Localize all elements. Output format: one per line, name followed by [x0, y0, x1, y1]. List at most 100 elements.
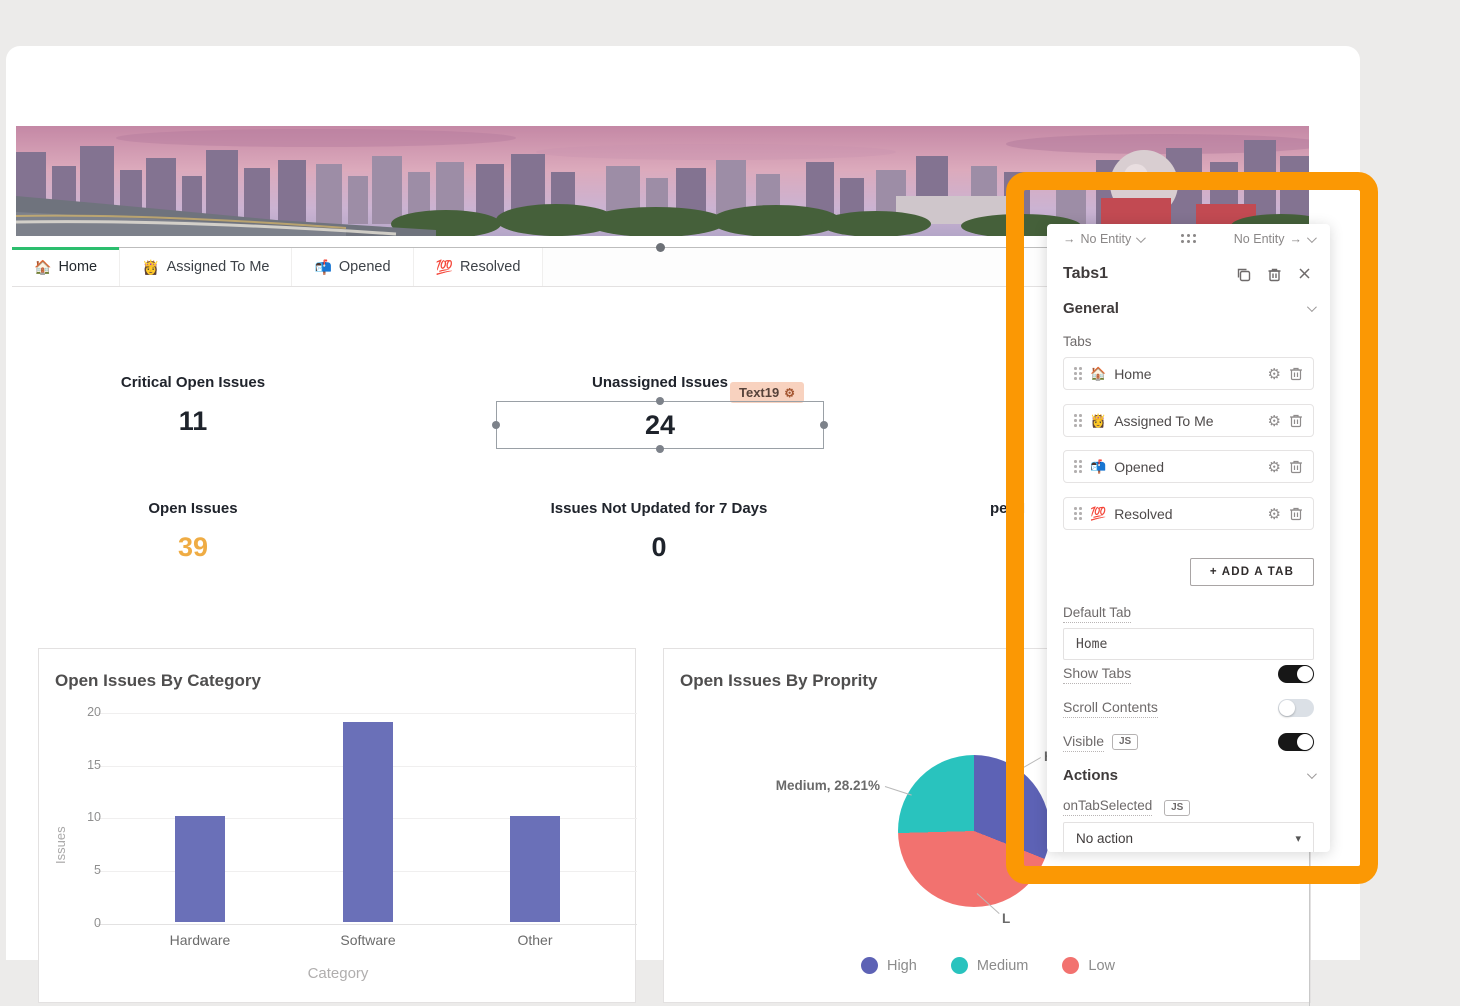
city-skyline-graphic — [16, 126, 1309, 236]
drag-handle-icon[interactable] — [1074, 367, 1082, 380]
delete-widget-icon[interactable] — [1266, 266, 1283, 283]
tab-home[interactable]: 🏠 Home — [12, 248, 120, 286]
chevron-down-icon — [1307, 769, 1317, 779]
stat-unassigned-value: 24 — [645, 410, 675, 441]
person-icon: 👸 — [142, 259, 159, 276]
selected-text-widget[interactable]: 24 — [496, 401, 824, 449]
drag-handle-icon[interactable] — [1074, 414, 1082, 427]
pie-chart[interactable] — [898, 755, 1050, 907]
resize-handle-left[interactable] — [492, 421, 500, 429]
panel-tab-label: Opened — [1114, 459, 1259, 475]
bar-chart-title: Open Issues By Category — [55, 671, 261, 691]
hundred-points-icon: 💯 — [1090, 506, 1106, 522]
panel-tab-row-home[interactable]: 🏠 Home ⚙ — [1063, 357, 1314, 390]
tab-opened-label: Opened — [339, 259, 391, 275]
arrow-right-icon: → — [1063, 232, 1076, 246]
tab-delete-icon[interactable] — [1289, 366, 1303, 381]
section-general-label: General — [1063, 300, 1119, 317]
panel-tab-row-opened[interactable]: 📬 Opened ⚙ — [1063, 450, 1314, 483]
tab-resolved[interactable]: 💯 Resolved — [414, 248, 544, 286]
section-general[interactable]: General — [1063, 300, 1314, 317]
connections-grid-icon[interactable] — [1181, 234, 1197, 244]
y-axis-title: Issues — [53, 826, 68, 864]
drag-handle-icon[interactable] — [1074, 460, 1082, 473]
tabs-field-label: Tabs — [1063, 334, 1092, 349]
tab-settings-icon[interactable]: ⚙ — [1268, 505, 1281, 523]
person-icon: 👸 — [1090, 413, 1106, 429]
action-select-value: No action — [1076, 831, 1133, 846]
tab-settings-icon[interactable]: ⚙ — [1268, 458, 1281, 476]
widget-tag-label: Text19 — [739, 385, 779, 400]
js-toggle-badge[interactable]: JS — [1112, 734, 1138, 750]
scroll-contents-toggle[interactable] — [1278, 699, 1314, 717]
on-tab-selected-label: onTabSelected JS — [1063, 798, 1190, 816]
close-panel-icon[interactable] — [1297, 266, 1314, 283]
drag-handle-icon[interactable] — [1074, 507, 1082, 520]
pie-callout-medium: Medium, 28.21% — [776, 778, 880, 793]
bar-software[interactable] — [343, 722, 393, 922]
stat-open-value: 39 — [63, 532, 323, 563]
section-actions-label: Actions — [1063, 767, 1118, 784]
visible-label: Visible — [1063, 733, 1104, 752]
stat-critical-value: 11 — [63, 406, 323, 437]
mailbox-icon: 📬 — [314, 259, 331, 276]
tab-resolved-label: Resolved — [460, 259, 520, 275]
on-tab-selected-text: onTabSelected — [1063, 798, 1152, 816]
y-tick: 10 — [61, 810, 101, 824]
default-tab-input[interactable] — [1063, 628, 1314, 660]
tab-opened[interactable]: 📬 Opened — [292, 248, 413, 286]
tab-delete-icon[interactable] — [1289, 459, 1303, 474]
default-tab-label: Default Tab — [1063, 605, 1131, 623]
tab-delete-icon[interactable] — [1289, 506, 1303, 521]
outgoing-entity-selector[interactable]: No Entity → — [1234, 232, 1314, 246]
stat-critical-label: Critical Open Issues — [63, 374, 323, 391]
tab-settings-icon[interactable]: ⚙ — [1268, 412, 1281, 430]
bar-other[interactable] — [510, 816, 560, 922]
scroll-contents-row: Scroll Contents — [1063, 698, 1314, 718]
bar-chart-card: Open Issues By Category 20 15 10 5 0 Iss… — [38, 648, 636, 1003]
resize-handle-top[interactable] — [656, 397, 664, 405]
panel-tab-row-assigned[interactable]: 👸 Assigned To Me ⚙ — [1063, 404, 1314, 437]
tab-assigned-to-me[interactable]: 👸 Assigned To Me — [120, 248, 292, 286]
tab-delete-icon[interactable] — [1289, 413, 1303, 428]
panel-tab-row-resolved[interactable]: 💯 Resolved ⚙ — [1063, 497, 1314, 530]
resize-handle-right[interactable] — [820, 421, 828, 429]
x-category: Hardware — [140, 932, 260, 948]
y-tick: 5 — [61, 863, 101, 877]
section-actions[interactable]: Actions — [1063, 767, 1314, 784]
x-axis-line — [97, 924, 637, 925]
tab-assigned-label: Assigned To Me — [167, 259, 270, 275]
selected-widget-tag[interactable]: Text19 ⚙ — [730, 382, 804, 403]
visible-toggle[interactable] — [1278, 733, 1314, 751]
callout-leader-line — [885, 786, 912, 796]
mailbox-icon: 📬 — [1090, 459, 1106, 475]
stat-notupdated-label: Issues Not Updated for 7 Days — [529, 500, 789, 517]
gear-icon[interactable]: ⚙ — [784, 386, 795, 400]
incoming-entity-label: No Entity — [1081, 232, 1132, 246]
y-tick: 0 — [61, 916, 101, 930]
home-icon: 🏠 — [34, 259, 51, 276]
resize-handle-bottom[interactable] — [656, 445, 664, 453]
action-select[interactable]: No action ▾ — [1063, 822, 1314, 852]
widget-resize-handle[interactable] — [656, 243, 665, 252]
y-tick: 20 — [61, 705, 101, 719]
show-tabs-toggle[interactable] — [1278, 665, 1314, 683]
visible-row: Visible JS — [1063, 732, 1314, 752]
pie-callout-low-partial: L — [1002, 911, 1010, 926]
chevron-down-icon — [1136, 233, 1146, 243]
x-category: Other — [475, 932, 595, 948]
hundred-points-icon: 💯 — [436, 259, 453, 276]
tab-settings-icon[interactable]: ⚙ — [1268, 365, 1281, 383]
js-toggle-badge[interactable]: JS — [1164, 800, 1190, 816]
show-tabs-row: Show Tabs — [1063, 664, 1314, 684]
tab-home-label: Home — [58, 259, 97, 275]
add-tab-button[interactable]: + ADD A TAB — [1190, 558, 1314, 586]
panel-tab-label: Resolved — [1114, 506, 1259, 522]
panel-widget-name[interactable]: Tabs1 — [1063, 265, 1235, 283]
show-tabs-label: Show Tabs — [1063, 665, 1131, 684]
outgoing-entity-label: No Entity — [1234, 232, 1285, 246]
bar-hardware[interactable] — [175, 816, 225, 922]
gridline — [97, 713, 637, 714]
incoming-entity-selector[interactable]: → No Entity — [1063, 232, 1143, 246]
copy-widget-icon[interactable] — [1235, 266, 1252, 283]
